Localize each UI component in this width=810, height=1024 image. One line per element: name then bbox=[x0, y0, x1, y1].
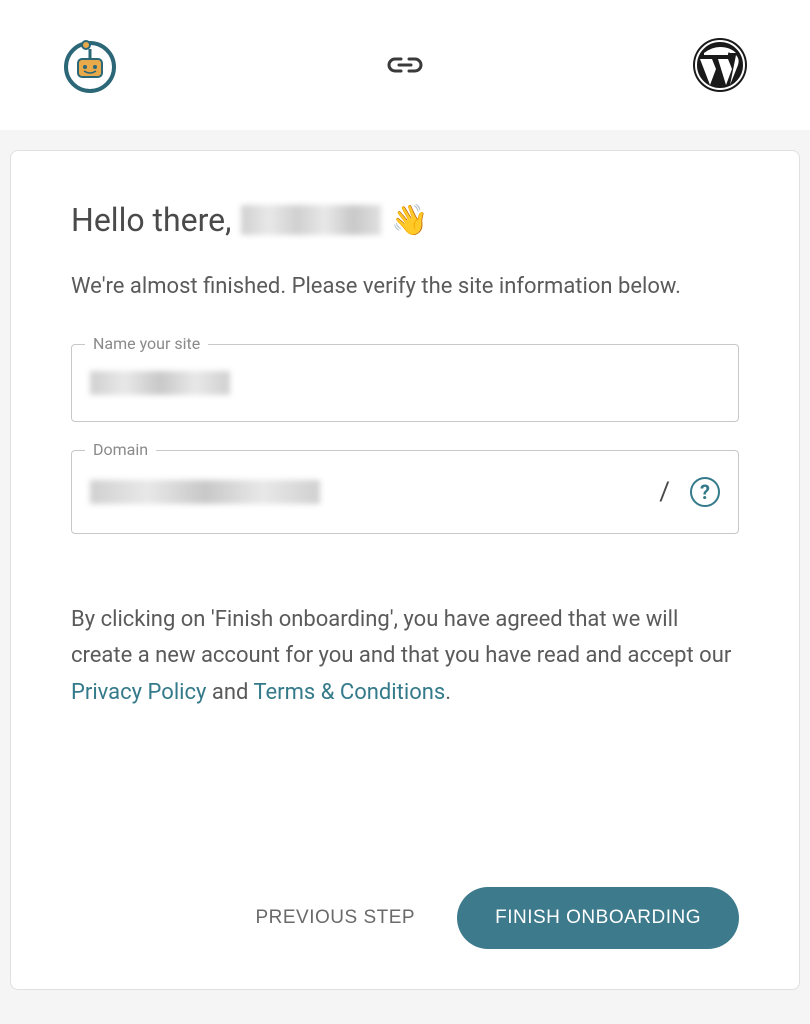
terms-conditions-link[interactable]: Terms & Conditions bbox=[253, 680, 445, 705]
subtitle-text: We're almost finished. Please verify the… bbox=[71, 269, 739, 304]
domain-field-group: Domain / ? bbox=[71, 450, 739, 534]
domain-label: Domain bbox=[85, 440, 156, 459]
greeting-prefix: Hello there, bbox=[71, 201, 231, 239]
help-icon[interactable]: ? bbox=[690, 477, 720, 507]
header-bar bbox=[0, 0, 810, 130]
site-name-value-redacted bbox=[90, 371, 230, 395]
agreement-connector: and bbox=[206, 680, 253, 705]
agreement-suffix: . bbox=[445, 680, 451, 705]
greeting-heading: Hello there, 👋 bbox=[71, 201, 739, 239]
button-row: PREVIOUS STEP FINISH ONBOARDING bbox=[71, 887, 739, 949]
domain-input[interactable]: / ? bbox=[71, 450, 739, 534]
robot-logo-icon bbox=[60, 35, 120, 95]
content-wrapper: Hello there, 👋 We're almost finished. Pl… bbox=[0, 130, 810, 1010]
site-name-field-group: Name your site bbox=[71, 344, 739, 422]
privacy-policy-link[interactable]: Privacy Policy bbox=[71, 680, 206, 705]
finish-onboarding-button[interactable]: FINISH ONBOARDING bbox=[457, 887, 739, 949]
domain-suffix: / bbox=[332, 477, 678, 507]
wave-emoji-icon: 👋 bbox=[391, 203, 428, 238]
onboarding-card: Hello there, 👋 We're almost finished. Pl… bbox=[10, 150, 800, 990]
agreement-text: By clicking on 'Finish onboarding', you … bbox=[71, 602, 739, 711]
domain-value-redacted bbox=[90, 480, 320, 504]
previous-step-button[interactable]: PREVIOUS STEP bbox=[243, 889, 427, 947]
greeting-name-redacted bbox=[241, 205, 381, 235]
wordpress-logo-icon bbox=[690, 35, 750, 95]
site-name-label: Name your site bbox=[85, 334, 208, 353]
link-icon bbox=[385, 45, 425, 85]
site-name-input[interactable] bbox=[71, 344, 739, 422]
agreement-prefix: By clicking on 'Finish onboarding', you … bbox=[71, 607, 731, 668]
